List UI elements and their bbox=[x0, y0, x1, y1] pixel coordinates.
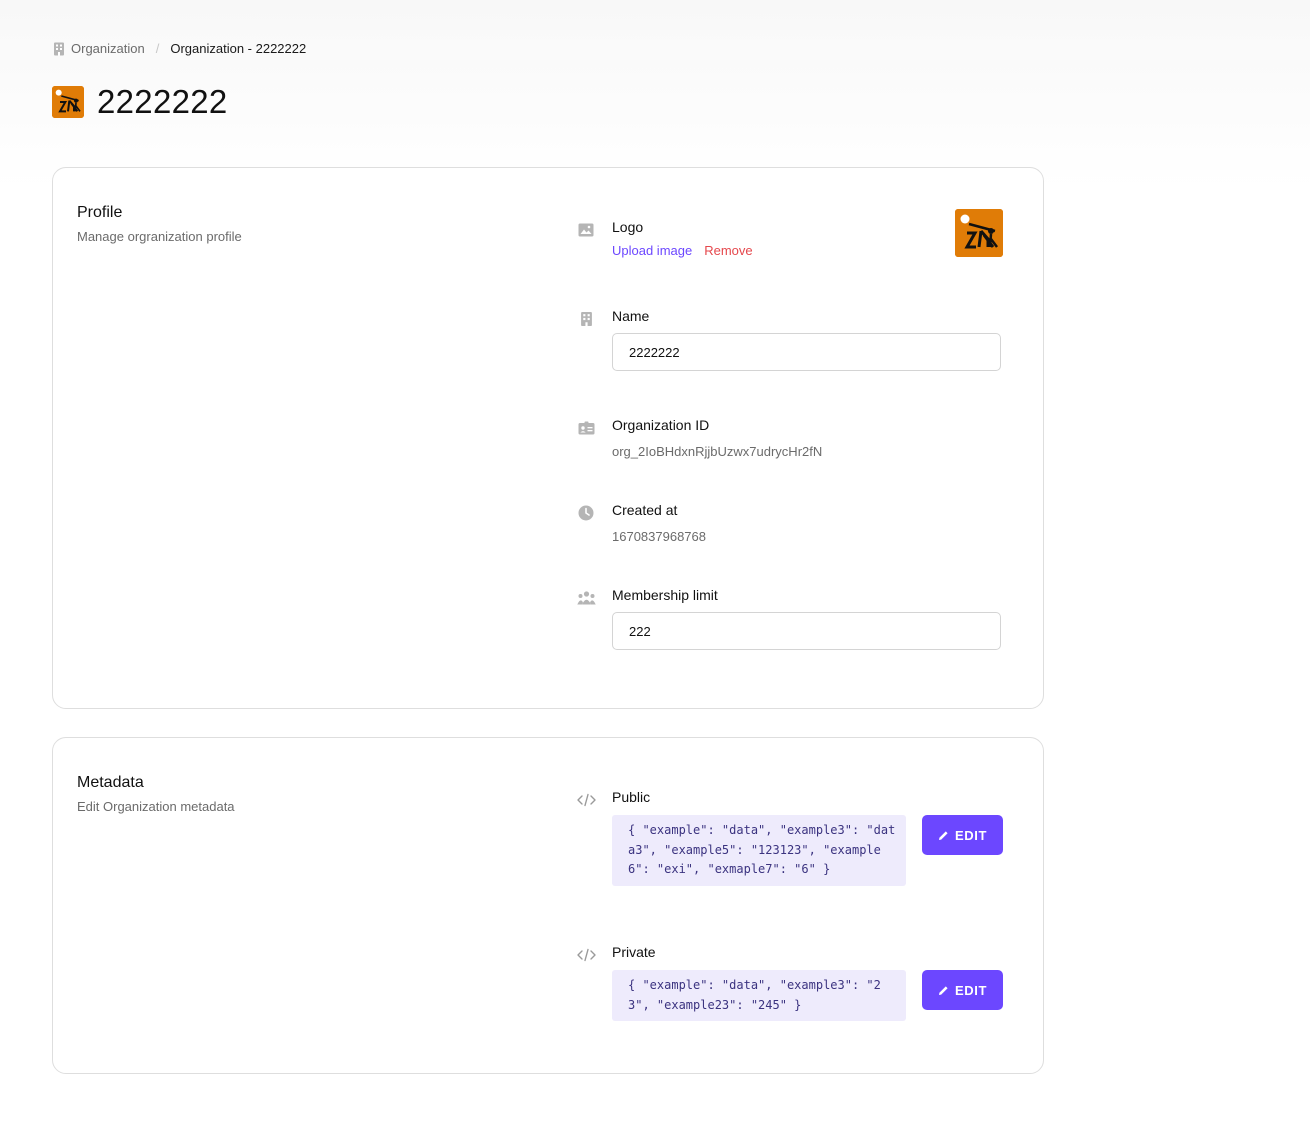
breadcrumb-current-label: Organization - 2222222 bbox=[170, 41, 307, 56]
public-metadata-label: Public bbox=[612, 789, 651, 805]
metadata-subtitle: Edit Organization metadata bbox=[77, 799, 235, 814]
code-icon bbox=[576, 790, 596, 810]
public-metadata-code: { "example": "data", "example3": "data3"… bbox=[612, 815, 906, 886]
image-icon bbox=[576, 220, 596, 240]
created-at-label: Created at bbox=[612, 502, 678, 518]
profile-subtitle: Manage orgranization profile bbox=[77, 229, 242, 244]
breadcrumb-parent-label[interactable]: Organization bbox=[71, 41, 145, 56]
id-card-icon bbox=[576, 418, 596, 438]
code-icon bbox=[576, 945, 596, 965]
page-title: 2222222 bbox=[97, 83, 228, 120]
metadata-card: Metadata Edit Organization metadata Publ… bbox=[52, 737, 1044, 1074]
page-header: 2222222 bbox=[52, 83, 228, 121]
pencil-icon bbox=[938, 985, 948, 995]
breadcrumb: Organization / Organization - 2222222 bbox=[53, 41, 306, 56]
building-icon bbox=[576, 309, 596, 329]
remove-logo-link[interactable]: Remove bbox=[704, 243, 752, 258]
edit-public-metadata-label: EDIT bbox=[954, 827, 987, 843]
profile-card-header: Profile Manage orgranization profile bbox=[77, 204, 242, 244]
metadata-card-header: Metadata Edit Organization metadata bbox=[77, 774, 235, 814]
metadata-title: Metadata bbox=[77, 774, 144, 791]
private-metadata-code: { "example": "data", "example3": "23", "… bbox=[612, 970, 906, 1021]
public-metadata-field: Public { "example": "data", "example3": … bbox=[576, 789, 1004, 904]
logo-actions: Upload image Remove bbox=[612, 243, 753, 258]
name-input[interactable] bbox=[612, 333, 1001, 371]
edit-private-metadata-label: EDIT bbox=[954, 982, 987, 998]
organization-id-label: Organization ID bbox=[612, 417, 710, 433]
users-icon bbox=[576, 588, 596, 608]
profile-title: Profile bbox=[77, 204, 123, 221]
pencil-icon bbox=[938, 830, 948, 840]
organization-logo bbox=[52, 86, 84, 118]
created-at-value: 1670837968768 bbox=[612, 529, 706, 544]
edit-private-metadata-button[interactable]: EDIT bbox=[922, 970, 1003, 1010]
organization-id-value: org_2IoBHdxnRjjbUzwx7udrycHr2fN bbox=[612, 444, 823, 459]
private-metadata-label: Private bbox=[612, 944, 656, 960]
logo-label: Logo bbox=[612, 219, 644, 235]
membership-limit-input[interactable] bbox=[612, 612, 1001, 650]
edit-public-metadata-button[interactable]: EDIT bbox=[922, 815, 1003, 855]
created-at-field: Created at 1670837968768 bbox=[576, 502, 1004, 544]
breadcrumb-separator: / bbox=[155, 41, 160, 56]
profile-card: Profile Manage orgranization profile Log… bbox=[52, 167, 1044, 709]
logo-preview bbox=[955, 209, 1003, 257]
breadcrumb-organization-link[interactable]: Organization bbox=[53, 41, 145, 56]
organization-id-field: Organization ID org_2IoBHdxnRjjbUzwx7udr… bbox=[576, 417, 1004, 459]
upload-image-link[interactable]: Upload image bbox=[612, 243, 692, 258]
logo-field: Logo Upload image Remove bbox=[576, 209, 1004, 269]
name-field: Name bbox=[576, 308, 1004, 372]
private-metadata-field: Private { "example": "data", "example3":… bbox=[576, 944, 1004, 1024]
building-icon bbox=[54, 42, 64, 55]
clock-icon bbox=[576, 503, 596, 523]
name-label: Name bbox=[612, 308, 650, 324]
membership-limit-field: Membership limit bbox=[576, 587, 1004, 651]
membership-limit-label: Membership limit bbox=[612, 587, 718, 603]
